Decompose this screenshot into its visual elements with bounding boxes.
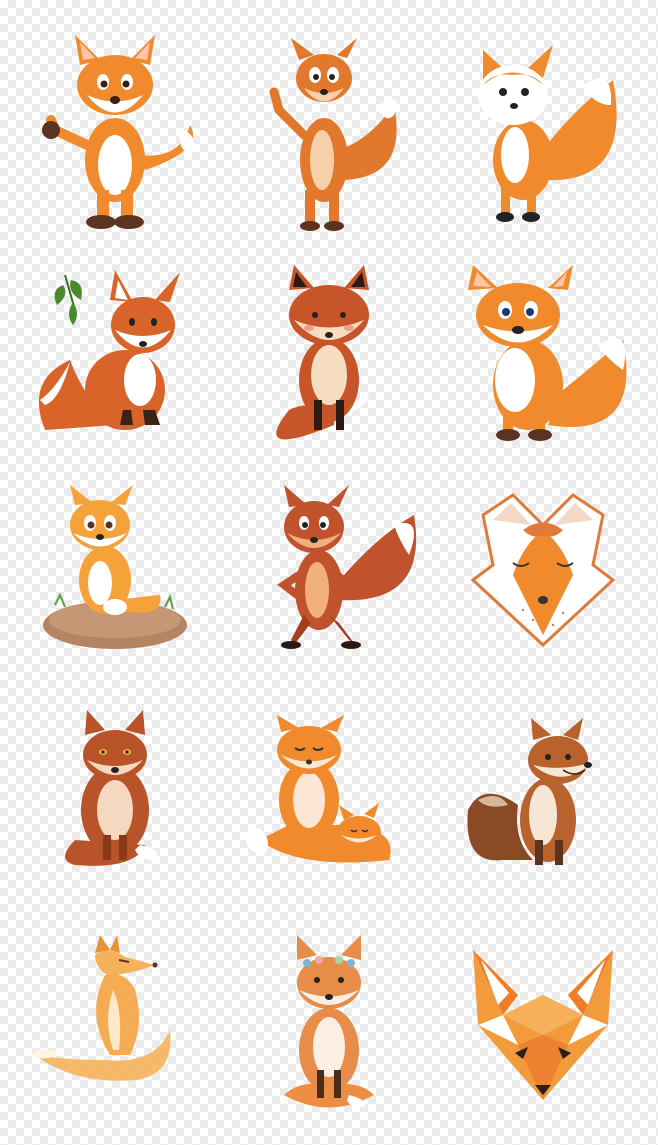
cartoon-fox-waving [229, 30, 429, 240]
watercolor-fox-curled-tail [15, 935, 215, 1145]
smiling-fox-sitting [443, 260, 643, 470]
fluffy-red-fox [15, 710, 215, 920]
watercolor-fox-with-flower-crown [229, 935, 429, 1145]
geometric-fox-head [443, 935, 643, 1145]
fox-sitting-front [229, 260, 429, 470]
standing-fox-hands-on-hips [229, 485, 429, 695]
fox-on-dirt-mound [15, 485, 215, 695]
decorative-fox-face [443, 485, 643, 695]
fox-mother-with-cub [229, 710, 429, 920]
fox-clipart-sheet [0, 0, 658, 1144]
fox-with-leaves [15, 260, 215, 470]
cartoon-fox-thumbs-up [15, 30, 215, 240]
white-faced-fox-sitting [443, 30, 643, 240]
realistic-smiling-fox [443, 710, 643, 920]
